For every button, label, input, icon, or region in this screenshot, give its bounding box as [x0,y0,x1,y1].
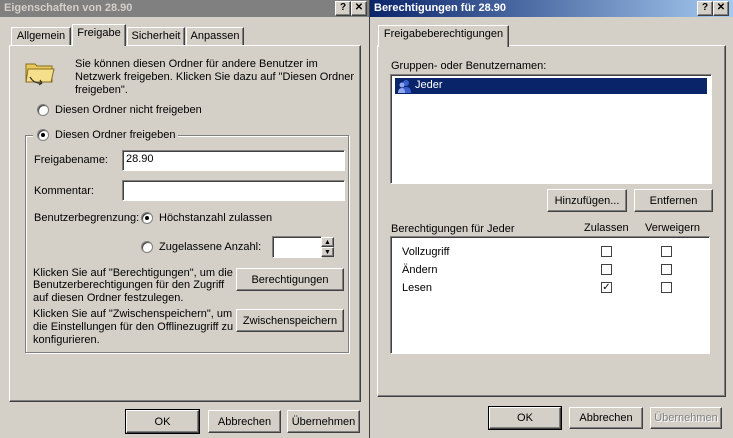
tab-share-permissions[interactable]: Freigabeberechtigungen [378,25,509,47]
groups-label: Gruppen- oder Benutzernamen: [391,60,547,72]
tab-anpassen[interactable]: Anpassen [186,27,244,46]
comment-field[interactable] [122,180,345,201]
radio-shared[interactable] [37,129,49,141]
cancel-button-label: Abbrechen [579,412,633,424]
list-item[interactable]: Jeder [395,78,707,94]
close-button[interactable]: ✕ [713,1,729,16]
radio-allowed-count[interactable] [141,241,153,253]
spin-down-button[interactable]: ▼ [321,247,334,257]
share-group-header: Diesen Ordner freigeben [33,128,179,142]
cache-text-line-3: konfigurieren. [33,334,100,346]
allowed-count-field[interactable] [272,236,322,258]
permissions-dialog: Berechtigungen für 28.90 ? ✕ Freigabeber… [370,0,733,438]
allow-column-header: Zulassen [584,222,629,234]
comment-label: Kommentar: [34,185,94,197]
ok-button[interactable]: OK [488,406,562,430]
add-button-label: Hinzufügen... [554,194,620,207]
radio-not-shared[interactable] [37,104,49,116]
deny-read-checkbox[interactable] [661,282,672,293]
share-name-label: Freigabename: [34,154,108,166]
apply-button-label: Übernehmen [291,415,356,428]
allow-read-checkbox[interactable]: ✓ [601,282,612,293]
permissions-for-label: Berechtigungen für Jeder [391,223,515,235]
deny-column-header: Verweigern [645,222,701,234]
allow-change-checkbox[interactable] [601,264,612,275]
ok-button-label: OK [154,415,171,428]
radio-max-allowed[interactable] [141,212,153,224]
user-limit-label: Benutzerbegrenzung: [34,212,140,224]
add-button[interactable]: Hinzufügen... [547,189,627,212]
cancel-button[interactable]: Abbrechen [569,407,643,429]
permissions-titlebar[interactable]: Berechtigungen für 28.90 ? ✕ [370,0,733,17]
chevron-up-icon: ▲ [324,238,331,246]
spin-up-button[interactable]: ▲ [321,237,334,247]
ok-button[interactable]: OK [125,409,200,434]
help-button[interactable]: ? [335,1,351,16]
permissions-button-label: Berechtigungen [251,273,329,286]
apply-button[interactable]: Übernehmen [650,407,722,429]
permissions-button[interactable]: Berechtigungen [236,268,344,291]
close-button[interactable]: ✕ [351,1,367,16]
cache-text-line-1: Klicken Sie auf "Zwischenspeichern", um [33,308,233,320]
cancel-button[interactable]: Abbrechen [208,410,281,433]
caching-button[interactable]: Zwischenspeichern [236,309,344,332]
allowed-count-label[interactable]: Zugelassene Anzahl: [159,241,261,253]
perm-name-read: Lesen [402,282,432,294]
properties-title: Eigenschaften von 28.90 [4,2,133,14]
ok-button-label: OK [517,412,533,424]
properties-titlebar[interactable]: Eigenschaften von 28.90 ? ✕ [0,0,369,17]
caching-button-label: Zwischenspeichern [242,314,338,327]
deny-full-control-checkbox[interactable] [661,246,672,257]
tab-sicherheit[interactable]: Sicherheit [127,27,185,46]
intro-text-line-1: Sie können diesen Ordner für andere Benu… [75,58,318,70]
radio-not-shared-label[interactable]: Diesen Ordner nicht freigeben [55,104,202,116]
sharing-tab-panel: Sie können diesen Ordner für andere Benu… [9,45,361,402]
shared-folder-icon [25,63,55,86]
users-group-icon [398,80,411,93]
cache-text-line-2: die Einstellungen für den Offlinezugriff… [33,321,234,333]
allow-full-control-checkbox[interactable] [601,246,612,257]
tab-allgemein[interactable]: Allgemein [11,27,71,46]
share-permissions-panel: Gruppen- oder Benutzernamen: Jeder Hinzu… [377,45,726,397]
permissions-list[interactable]: Vollzugriff Ändern Lesen ✓ [390,236,710,354]
remove-button-label: Entfernen [649,194,698,207]
permissions-title: Berechtigungen für 28.90 [374,2,507,14]
perm-name-change: Ändern [402,264,438,276]
cancel-button-label: Abbrechen [217,415,272,428]
perm-name-full-control: Vollzugriff [402,246,450,258]
perm-text-line-2: Benutzerberechtigungen für den Zugriff [33,279,225,291]
chevron-down-icon: ▼ [324,248,331,256]
apply-button[interactable]: Übernehmen [287,410,360,433]
checkmark-icon: ✓ [602,282,611,293]
remove-button[interactable]: Entfernen [634,189,713,212]
perm-text-line-3: auf diesen Ordner festzulegen. [33,292,184,304]
tab-freigabe[interactable]: Freigabe [72,24,126,46]
intro-text-line-2: Netzwerk freigeben. Klicken Sie dazu auf… [75,71,355,83]
users-listbox[interactable]: Jeder [390,74,712,184]
perm-text-line-1: Klicken Sie auf "Berechtigungen", um die [33,267,233,279]
apply-button-label: Übernehmen [654,412,718,424]
radio-shared-label[interactable]: Diesen Ordner freigeben [55,129,175,141]
properties-dialog: Eigenschaften von 28.90 ? ✕ Allgemein Fr… [0,0,370,438]
intro-text-line-3: freigeben". [75,84,128,96]
help-button[interactable]: ? [697,1,713,16]
share-name-field[interactable]: 28.90 [122,150,345,171]
deny-change-checkbox[interactable] [661,264,672,275]
max-allowed-label[interactable]: Höchstanzahl zulassen [159,212,272,224]
user-name-jeder: Jeder [415,79,443,91]
